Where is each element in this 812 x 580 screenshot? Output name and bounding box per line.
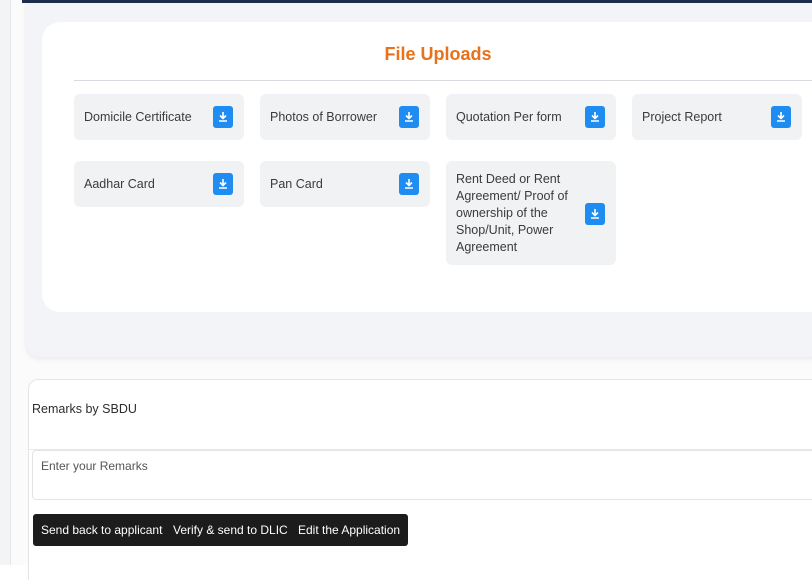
file-card-photos-of-borrower: Photos of Borrower: [260, 94, 430, 140]
download-icon: [777, 112, 785, 122]
download-icon: [405, 112, 413, 122]
file-card-domicile-certificate: Domicile Certificate: [74, 94, 244, 140]
file-card-pan-card: Pan Card: [260, 161, 430, 207]
uploads-title: File Uploads: [384, 44, 492, 64]
remarks-input[interactable]: [32, 450, 812, 500]
edit-application-button[interactable]: Edit the Application: [290, 514, 409, 546]
download-button[interactable]: [771, 106, 791, 128]
file-label: Aadhar Card: [84, 177, 155, 191]
file-label: Domicile Certificate: [84, 110, 192, 124]
download-button[interactable]: [213, 106, 233, 128]
file-label: Project Report: [642, 110, 722, 124]
download-icon: [219, 179, 227, 189]
download-button[interactable]: [399, 173, 419, 195]
download-icon: [591, 209, 599, 219]
title-divider: [74, 80, 812, 81]
download-icon: [219, 112, 227, 122]
download-button[interactable]: [585, 106, 605, 128]
left-sidebar-edge: [0, 0, 11, 565]
file-label: Rent Deed or Rent Agreement/ Proof of ow…: [456, 172, 568, 254]
file-card-rent-deed: Rent Deed or Rent Agreement/ Proof of ow…: [446, 161, 616, 265]
download-icon: [591, 112, 599, 122]
download-icon: [405, 179, 413, 189]
download-button[interactable]: [585, 203, 605, 225]
verify-send-button[interactable]: Verify & send to DLIC: [165, 514, 296, 546]
file-label: Quotation Per form: [456, 110, 562, 124]
download-button[interactable]: [399, 106, 419, 128]
download-button[interactable]: [213, 173, 233, 195]
remarks-label: Remarks by SBDU: [32, 402, 137, 416]
file-card-project-report: Project Report: [632, 94, 802, 140]
file-card-aadhar-card: Aadhar Card: [74, 161, 244, 207]
send-back-button[interactable]: Send back to applicant: [33, 514, 171, 546]
file-card-quotation-per-form: Quotation Per form: [446, 94, 616, 140]
file-label: Pan Card: [270, 177, 323, 191]
file-label: Photos of Borrower: [270, 110, 377, 124]
